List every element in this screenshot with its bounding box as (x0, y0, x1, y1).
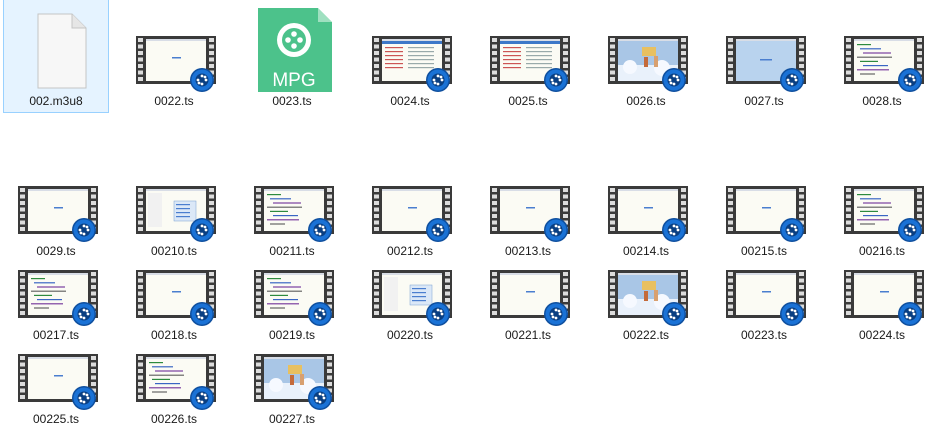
video-filmstrip-icon (252, 242, 336, 326)
mpg-icon-text: MPG (272, 70, 315, 91)
file-item[interactable]: 0025.ts (476, 0, 580, 112)
file-item[interactable]: 00224.ts (830, 234, 934, 346)
video-filmstrip-icon (370, 242, 454, 326)
file-item[interactable]: 00221.ts (476, 234, 580, 346)
file-name: 00222.ts (622, 328, 670, 342)
file-item[interactable]: 0028.ts (830, 0, 934, 112)
video-filmstrip-icon (606, 242, 690, 326)
video-filmstrip-icon (252, 158, 336, 242)
video-filmstrip-icon (488, 242, 572, 326)
file-name: 00227.ts (268, 412, 316, 426)
file-name: 002.m3u8 (29, 94, 83, 108)
file-item[interactable]: 002.m3u8 (3, 0, 109, 113)
video-filmstrip-icon (724, 158, 808, 242)
file-item[interactable]: 0026.ts (594, 0, 698, 112)
video-filmstrip-icon (606, 8, 690, 92)
video-filmstrip-icon (16, 242, 100, 326)
video-filmstrip-icon (134, 326, 218, 410)
file-name: 0025.ts (508, 94, 548, 108)
video-filmstrip-icon (16, 158, 100, 242)
file-name: 00221.ts (504, 328, 552, 342)
file-name: 00220.ts (386, 328, 434, 342)
video-filmstrip-icon (842, 8, 926, 92)
file-item[interactable]: 0024.ts (358, 0, 462, 112)
video-filmstrip-icon (488, 158, 572, 242)
file-name: 0024.ts (390, 94, 430, 108)
file-item[interactable]: 00226.ts (122, 318, 226, 430)
file-name: 0023.ts (272, 94, 312, 108)
file-item[interactable]: 0022.ts (122, 0, 226, 112)
video-filmstrip-icon (370, 158, 454, 242)
blank-file-icon (16, 8, 100, 92)
video-filmstrip-icon (134, 158, 218, 242)
file-grid: 002.m3u8 0022.ts MPG 0023.ts 0024.ts 0025.ts 0… (0, 0, 944, 426)
video-filmstrip-icon (134, 242, 218, 326)
file-item[interactable]: 00225.ts (4, 318, 108, 430)
mpg-file-icon: MPG (252, 8, 336, 92)
file-name: 00223.ts (740, 328, 788, 342)
file-name: 0026.ts (626, 94, 666, 108)
file-item[interactable]: 0027.ts (712, 0, 816, 112)
file-item[interactable]: 00223.ts (712, 234, 816, 346)
video-filmstrip-icon (488, 8, 572, 92)
file-name: 0028.ts (862, 94, 902, 108)
video-filmstrip-icon (606, 158, 690, 242)
file-name: 0027.ts (744, 94, 784, 108)
file-name: 00224.ts (858, 328, 906, 342)
file-item[interactable]: 00227.ts (240, 318, 344, 430)
file-name: 00226.ts (150, 412, 198, 426)
video-filmstrip-icon (16, 326, 100, 410)
file-name: 0022.ts (154, 94, 194, 108)
file-name: 00225.ts (32, 412, 80, 426)
file-item[interactable]: 00222.ts (594, 234, 698, 346)
file-item[interactable]: 00220.ts (358, 234, 462, 346)
video-filmstrip-icon (842, 158, 926, 242)
video-filmstrip-icon (252, 326, 336, 410)
video-filmstrip-icon (370, 8, 454, 92)
video-filmstrip-icon (724, 242, 808, 326)
video-filmstrip-icon (842, 242, 926, 326)
video-filmstrip-icon (724, 8, 808, 92)
video-filmstrip-icon (134, 8, 218, 92)
file-item[interactable]: MPG 0023.ts (240, 0, 344, 112)
